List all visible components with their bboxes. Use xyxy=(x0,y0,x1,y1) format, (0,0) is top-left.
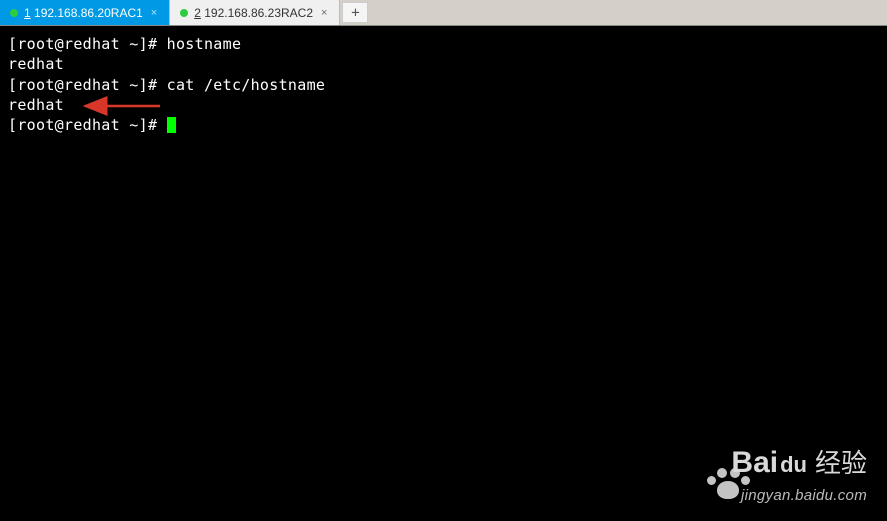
terminal-area[interactable]: [root@redhat ~]# hostname redhat [root@r… xyxy=(0,26,887,521)
watermark: Baidu经验 jingyan.baidu.com xyxy=(731,443,867,506)
watermark-url: jingyan.baidu.com xyxy=(731,486,867,506)
close-icon[interactable]: × xyxy=(149,7,159,19)
close-icon[interactable]: × xyxy=(319,7,329,19)
tab-label: 1 192.168.86.20RAC1 xyxy=(24,6,143,20)
terminal-line: [root@redhat ~]# hostname xyxy=(8,34,879,54)
watermark-brand: Baidu经验 xyxy=(731,443,867,484)
tab-bar: 1 192.168.86.20RAC1 × 2 192.168.86.23RAC… xyxy=(0,0,887,26)
cursor-icon xyxy=(167,117,176,133)
terminal-output: redhat xyxy=(8,95,879,115)
terminal-line: [root@redhat ~]# cat /etc/hostname xyxy=(8,75,879,95)
tab-rac2[interactable]: 2 192.168.86.23RAC2 × xyxy=(170,0,340,25)
tab-rac1[interactable]: 1 192.168.86.20RAC1 × xyxy=(0,0,170,25)
tab-label: 2 192.168.86.23RAC2 xyxy=(194,6,313,20)
terminal-output: redhat xyxy=(8,54,879,74)
status-dot-icon xyxy=(10,9,18,17)
terminal-line: [root@redhat ~]# xyxy=(8,115,879,135)
new-tab-button[interactable]: + xyxy=(342,2,368,23)
status-dot-icon xyxy=(180,9,188,17)
